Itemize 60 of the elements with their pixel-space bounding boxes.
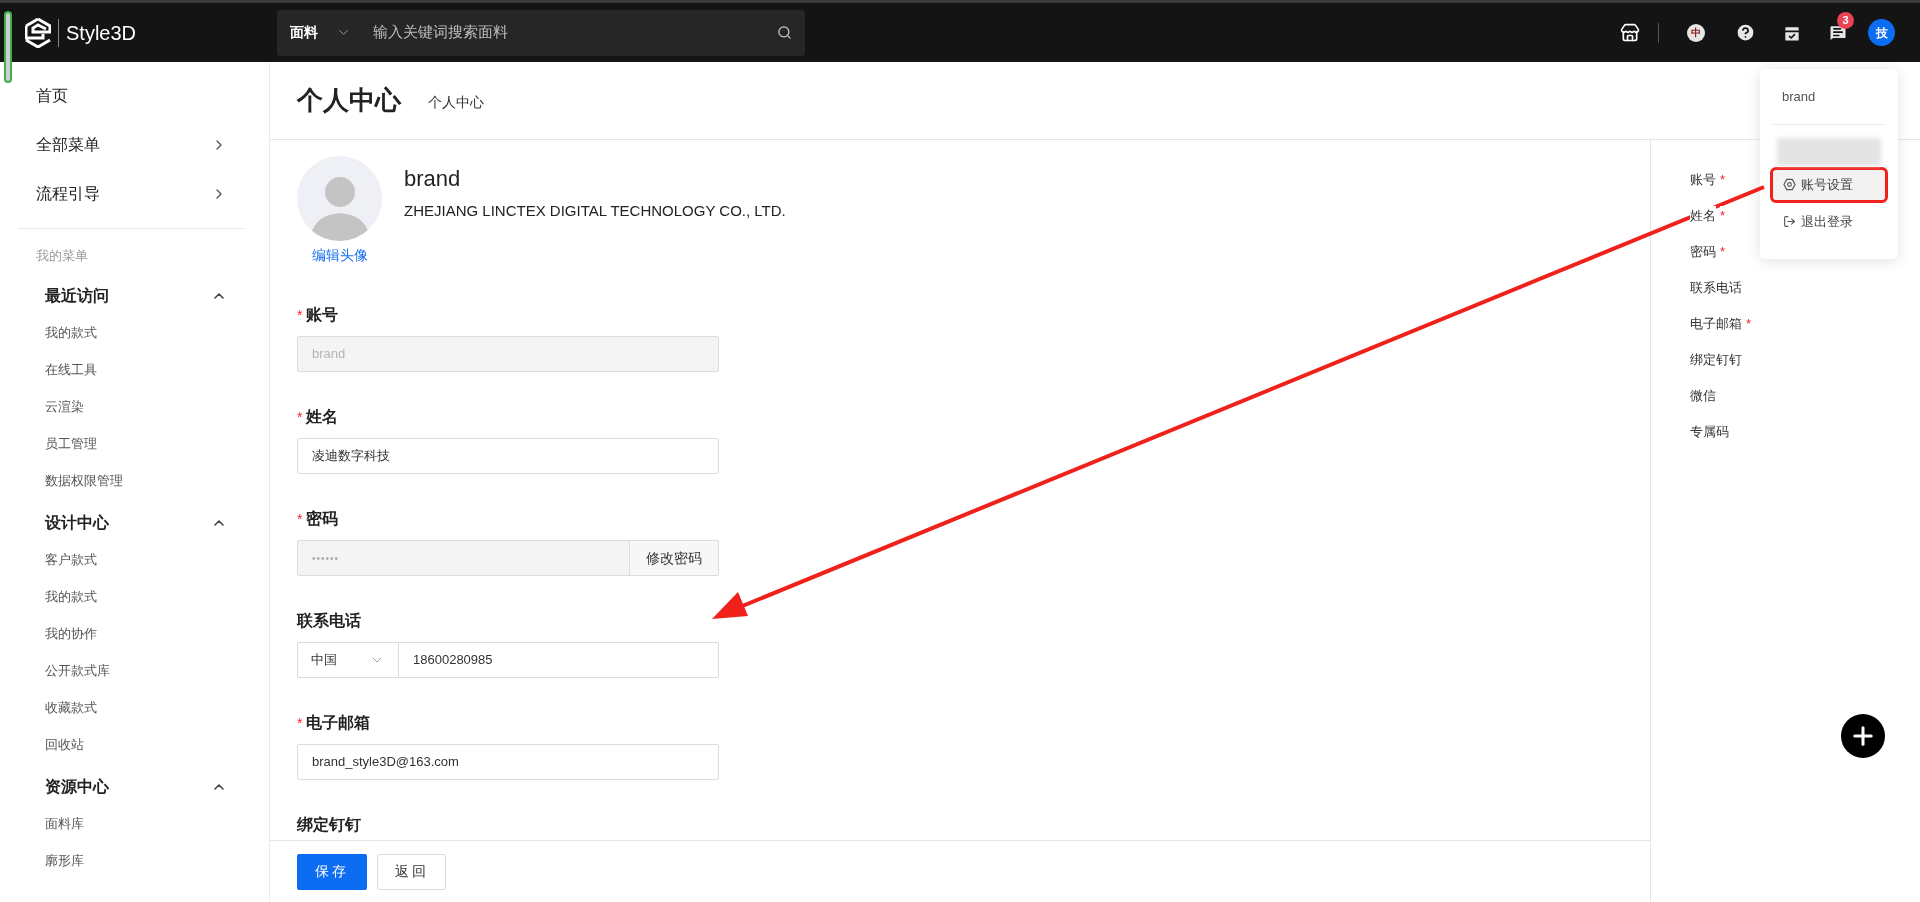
save-button[interactable]: 保存 [297,853,367,890]
logo-text: Style3D [66,20,137,46]
field-label: 姓名 [306,407,339,427]
menu-group-header[interactable]: 设计中心 [18,504,245,542]
menu-group-header[interactable]: 最近访问 [18,277,245,315]
sidebar-item[interactable]: 收藏款式 [18,689,245,727]
category-dropdown[interactable]: 面料 [290,22,351,43]
edit-avatar-link[interactable]: 编辑头像 [311,245,368,266]
page-title: 个人中心 [297,84,401,117]
search-bar[interactable]: 面料 输入关键词搜索面料 [277,9,805,56]
notification-badge: 3 [1837,11,1854,29]
sidebar-item[interactable]: 我的款式 [18,578,245,616]
sidebar-item[interactable]: 员工管理 [18,425,245,463]
menu-user-name: brand [1773,87,1885,125]
store-icon[interactable] [1620,22,1640,43]
menu-item[interactable]: 退出登录 [1773,206,1885,237]
search-icon[interactable] [777,25,792,40]
sidebar-item[interactable]: 我的款式 [18,314,245,352]
scroll-handle [4,11,12,83]
company-name: ZHEJIANG LINCTEX DIGITAL TECHNOLOGY CO., LTD. [404,201,786,221]
field-label: 电子邮箱 [306,713,371,733]
required-asterisk: * [297,512,303,526]
required-asterisk: * [297,410,303,424]
menu-group-header[interactable]: 资源中心 [18,768,245,806]
phone-input[interactable]: 18600280985 [399,642,719,678]
change-password-button[interactable]: 修改密码 [630,540,719,576]
field-label: 密码 [306,509,339,529]
sidebar-item[interactable]: 我的协作 [18,615,245,653]
required-asterisk: * [297,308,303,322]
input-field[interactable]: brand_style3D@163.com [297,744,719,780]
user-avatar[interactable]: 技 [1868,19,1895,46]
field-label: 联系电话 [297,611,361,631]
hexagon-gear-icon [1783,178,1796,191]
field-label: 账号 [306,305,339,325]
help-icon[interactable] [1735,22,1756,43]
user-name: brand [404,165,462,193]
input-field[interactable]: 凌迪数字科技 [297,438,719,474]
required-asterisk: * [297,716,303,730]
section-title: 我的菜单 [35,247,89,265]
country-select[interactable]: 中国 [297,642,399,678]
add-button[interactable] [1841,714,1885,758]
sidebar-item[interactable]: 廓形库 [18,842,245,880]
sidebar-item[interactable]: 在线工具 [18,351,245,389]
sidebar-item[interactable]: 面料库 [18,805,245,843]
sidebar-item[interactable]: 回收站 [18,726,245,764]
sidebar-item[interactable]: 流程引导 [18,169,245,218]
sidebar-item[interactable]: 全部菜单 [18,120,245,169]
field-label: 绑定钉钉 [297,815,361,835]
sidebar-item[interactable]: 首页 [18,71,245,120]
search-placeholder: 输入关键词搜索面料 [373,22,509,43]
breadcrumb: 个人中心 [428,93,484,112]
sidebar-item[interactable]: 公开款式库 [18,652,245,690]
logout-icon [1783,215,1796,228]
sidebar-item[interactable]: 数据权限管理 [18,462,245,500]
logo-icon [25,17,51,48]
sidebar-item[interactable]: 云渲染 [18,388,245,426]
language-icon[interactable]: 中 [1687,23,1705,42]
back-button[interactable]: 返回 [377,853,446,890]
sidebar-item[interactable]: 客户款式 [18,541,245,579]
menu-item[interactable]: 账号设置 [1773,169,1885,200]
